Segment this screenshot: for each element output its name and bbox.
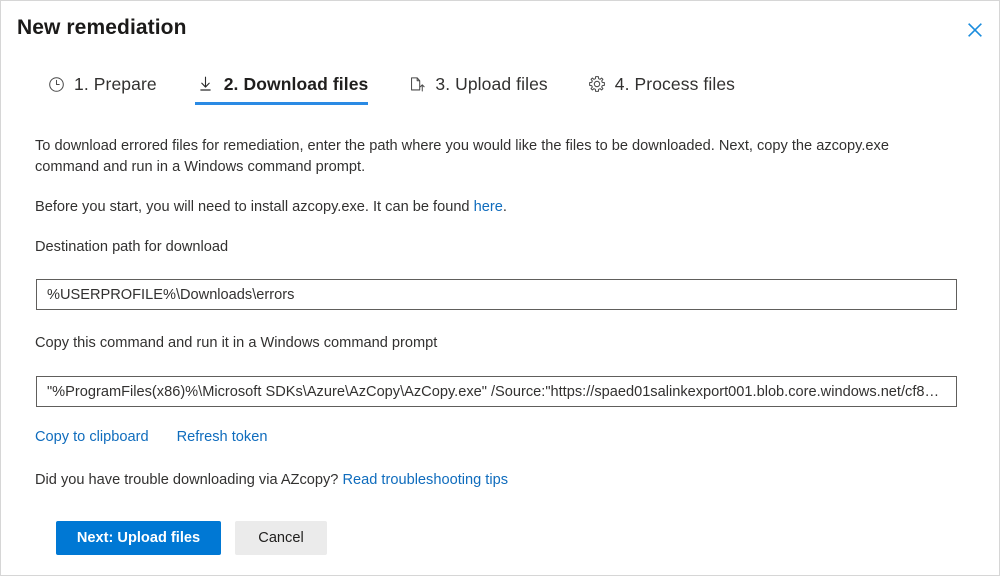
page-title: New remediation [17,16,187,40]
install-paragraph: Before you start, you will need to insta… [35,197,925,218]
tab-label: 3. Upload files [435,74,547,95]
dialog-footer: Next: Upload files Cancel [56,521,327,555]
download-arrow-icon [195,73,217,95]
copy-to-clipboard-link[interactable]: Copy to clipboard [35,429,149,445]
gear-icon [586,73,608,95]
cancel-button[interactable]: Cancel [235,521,327,555]
tab-label: 1. Prepare [74,74,157,95]
install-paragraph-prefix: Before you start, you will need to insta… [35,199,474,215]
command-label: Copy this command and run it in a Window… [35,335,437,351]
wizard-tabs: 1. Prepare 2. Download files 3. Upload f… [45,71,735,105]
tab-label: 2. Download files [224,74,369,95]
new-remediation-dialog: New remediation 1. Prepare [0,0,1000,576]
tab-process-files[interactable]: 4. Process files [586,71,735,105]
intro-paragraph: To download errored files for remediatio… [35,136,925,178]
next-upload-files-button[interactable]: Next: Upload files [56,521,221,555]
tab-prepare[interactable]: 1. Prepare [45,71,157,105]
close-icon [967,22,983,38]
file-upload-icon [406,73,428,95]
tab-download-files[interactable]: 2. Download files [195,71,369,105]
dialog-header: New remediation [1,1,1000,59]
destination-path-input[interactable] [36,279,957,310]
close-button[interactable] [958,13,992,47]
read-troubleshooting-tips-link[interactable]: Read troubleshooting tips [342,472,508,488]
azcopy-command-input[interactable] [36,376,957,407]
tab-upload-files[interactable]: 3. Upload files [406,71,547,105]
refresh-token-link[interactable]: Refresh token [177,429,268,445]
troubleshooting-prefix: Did you have trouble downloading via AZc… [35,472,342,488]
clock-icon [45,73,67,95]
command-actions: Copy to clipboard Refresh token [35,429,295,445]
tab-label: 4. Process files [615,74,735,95]
troubleshooting-paragraph: Did you have trouble downloading via AZc… [35,472,508,488]
destination-path-label: Destination path for download [35,239,228,255]
azcopy-here-link[interactable]: here [474,199,503,215]
install-paragraph-suffix: . [503,199,507,215]
